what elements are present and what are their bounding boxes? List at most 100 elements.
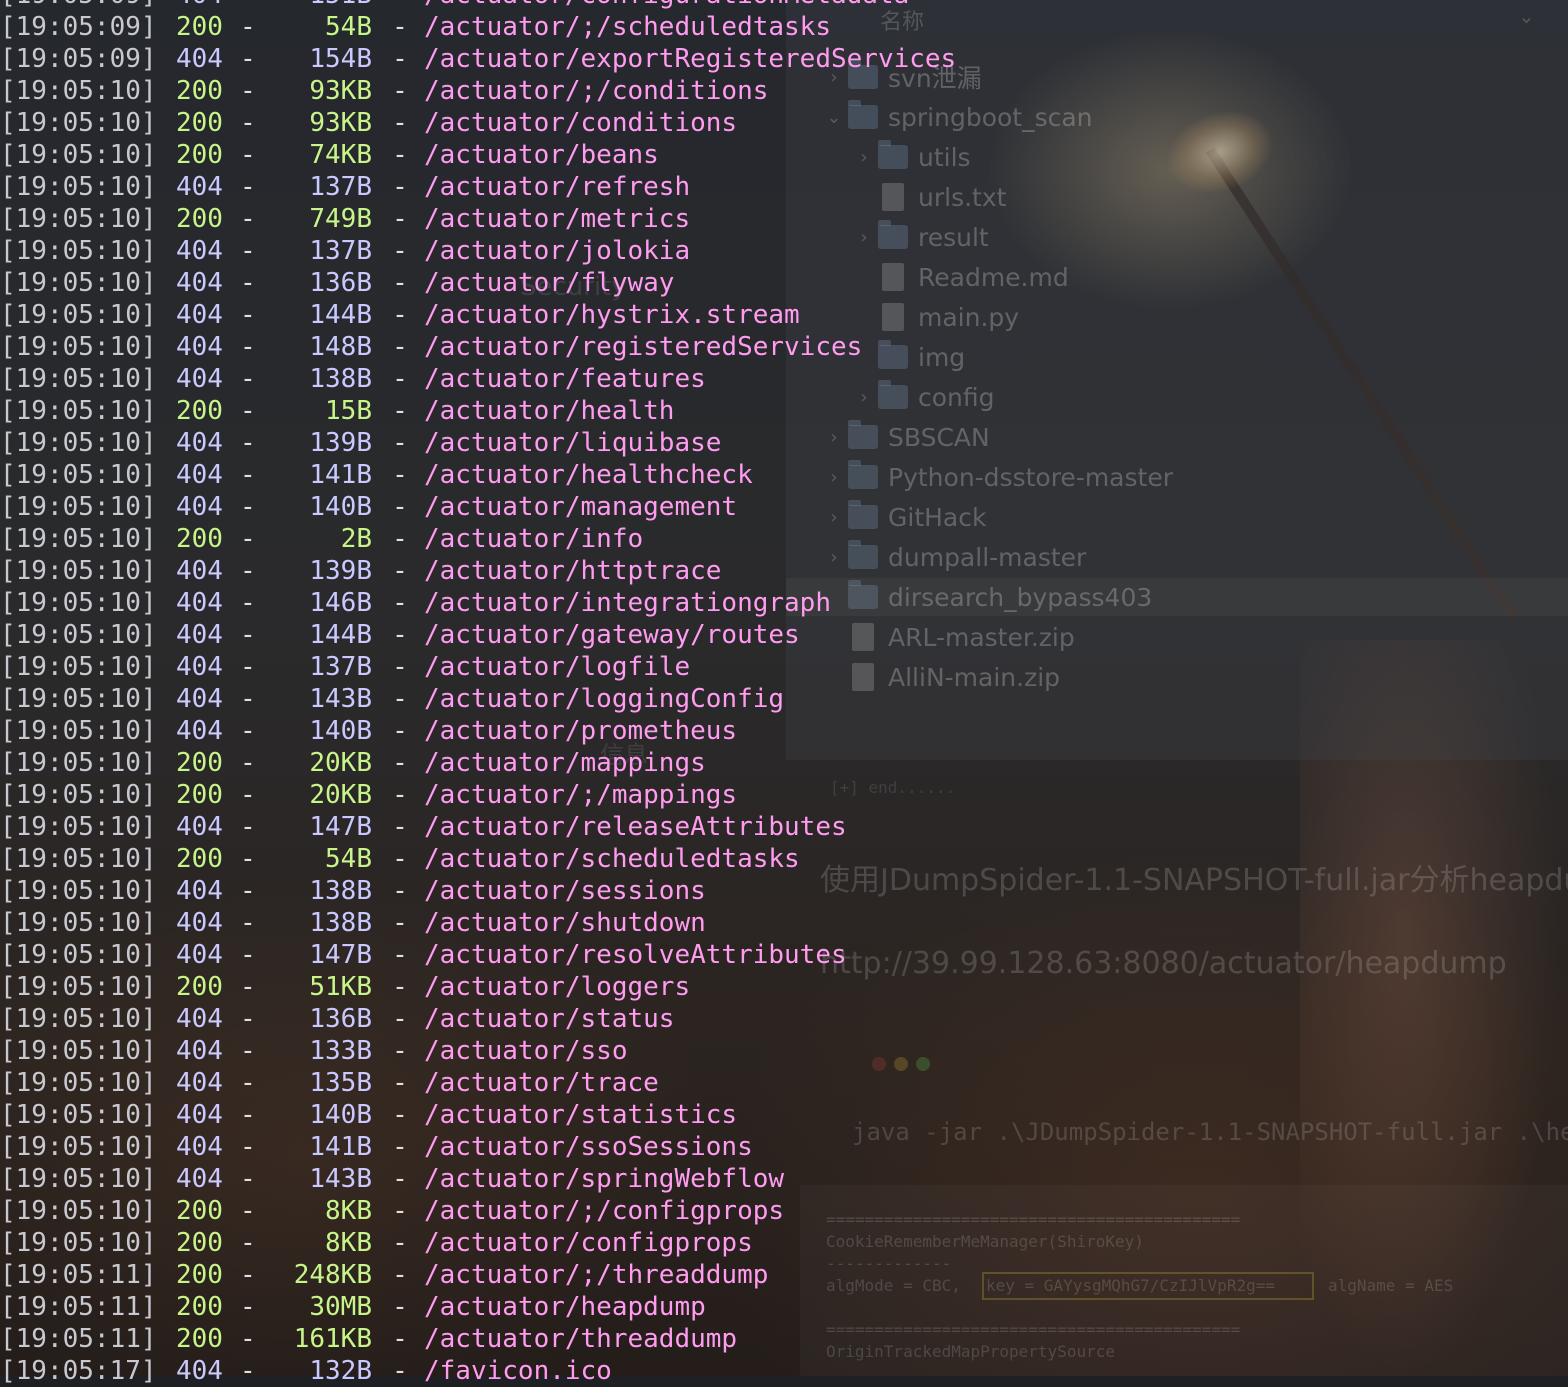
log-separator: - — [392, 1228, 408, 1258]
log-path: /actuator/scheduledtasks — [424, 844, 800, 874]
log-status: 404 — [176, 1356, 223, 1386]
log-separator: - — [240, 44, 256, 74]
log-status: 404 — [176, 1004, 223, 1034]
log-path: /actuator/integrationgraph — [424, 588, 831, 618]
log-line: [19:05:10] 404-135B -/actuator/trace — [0, 1067, 1568, 1099]
log-separator: - — [392, 1036, 408, 1066]
log-status: 404 — [176, 684, 223, 714]
log-separator: - — [392, 108, 408, 138]
log-status: 200 — [176, 1196, 223, 1226]
log-timestamp: [19:05:10] — [0, 300, 157, 330]
log-status: 404 — [176, 716, 223, 746]
log-timestamp: [19:05:10] — [0, 684, 157, 714]
log-size: 54B — [325, 844, 372, 874]
log-status: 404 — [176, 300, 223, 330]
log-path: /favicon.ico — [424, 1356, 612, 1386]
log-timestamp: [19:05:10] — [0, 204, 157, 234]
log-size: 136B — [309, 1004, 372, 1034]
log-status: 404 — [176, 1036, 223, 1066]
log-status: 404 — [176, 460, 223, 490]
log-timestamp: [19:05:11] — [0, 1260, 157, 1290]
log-line: [19:05:10] 404-144B -/actuator/hystrix.str… — [0, 299, 1568, 331]
log-line: [19:05:10] 404-148B -/actuator/registeredS… — [0, 331, 1568, 363]
log-status: 200 — [176, 204, 223, 234]
log-separator: - — [392, 556, 408, 586]
log-size: 93KB — [309, 108, 372, 138]
log-separator: - — [240, 812, 256, 842]
log-line: [19:05:10] 404-144B -/actuator/gateway/rou… — [0, 619, 1568, 651]
log-separator: - — [392, 1356, 408, 1386]
log-timestamp: [19:05:10] — [0, 1036, 157, 1066]
log-size: 154B — [309, 44, 372, 74]
log-timestamp: [19:05:10] — [0, 428, 157, 458]
log-separator: - — [240, 588, 256, 618]
log-line: [19:05:10] 404-147B -/actuator/resolveAttr… — [0, 939, 1568, 971]
log-status: 404 — [176, 1132, 223, 1162]
log-line: [19:05:09] 404-154B -/actuator/exportRegis… — [0, 43, 1568, 75]
log-separator: - — [392, 1292, 408, 1322]
log-separator: - — [240, 620, 256, 650]
log-line: [19:05:10] 404-143B -/actuator/loggingConf… — [0, 683, 1568, 715]
log-size: 141B — [309, 1132, 372, 1162]
log-line: [19:05:11] 200-161KB -/actuator/threaddump — [0, 1323, 1568, 1355]
log-path: /actuator/beans — [424, 140, 659, 170]
log-status: 404 — [176, 492, 223, 522]
log-separator: - — [392, 812, 408, 842]
log-separator: - — [240, 1324, 256, 1354]
log-timestamp: [19:05:10] — [0, 1132, 157, 1162]
log-separator: - — [240, 940, 256, 970]
log-line: [19:05:10] 404-137B -/actuator/jolokia — [0, 235, 1568, 267]
log-status: 200 — [176, 12, 223, 42]
log-size: 139B — [309, 428, 372, 458]
log-path: /actuator/conditions — [424, 108, 738, 138]
log-size: 93KB — [309, 76, 372, 106]
log-line: [19:05:10] 200-749B -/actuator/metrics — [0, 203, 1568, 235]
log-size: 148B — [309, 332, 372, 362]
log-separator: - — [392, 716, 408, 746]
log-separator: - — [392, 620, 408, 650]
log-timestamp: [19:05:10] — [0, 780, 157, 810]
log-line: [19:05:10] 200-93KB -/actuator/conditions — [0, 107, 1568, 139]
log-separator: - — [240, 76, 256, 106]
log-path: /actuator/exportRegisteredServices — [424, 44, 957, 74]
log-status: 200 — [176, 748, 223, 778]
terminal-output[interactable]: [19:05:09]404-151B-/actuator/configurati… — [0, 0, 1568, 1387]
log-separator: - — [240, 12, 256, 42]
log-path: /actuator/health — [424, 396, 675, 426]
log-timestamp: [19:05:10] — [0, 1228, 157, 1258]
log-separator: - — [240, 684, 256, 714]
log-separator: - — [240, 972, 256, 1002]
log-timestamp: [19:05:11] — [0, 1292, 157, 1322]
log-size: 143B — [309, 1164, 372, 1194]
log-size: 143B — [309, 684, 372, 714]
log-separator: - — [392, 172, 408, 202]
log-path: /actuator/sso — [424, 1036, 628, 1066]
log-separator: - — [240, 300, 256, 330]
log-separator: - — [240, 396, 256, 426]
log-path: /actuator/info — [424, 524, 644, 554]
log-timestamp: [19:05:10] — [0, 1068, 157, 1098]
log-status: 200 — [176, 140, 223, 170]
log-size: 132B — [309, 1356, 372, 1386]
log-separator: - — [240, 1100, 256, 1130]
log-status: 200 — [176, 396, 223, 426]
log-status: 404 — [176, 236, 223, 266]
log-separator: - — [392, 300, 408, 330]
log-timestamp: [19:05:10] — [0, 748, 157, 778]
log-path: /actuator/management — [424, 492, 738, 522]
log-line: [19:05:11] 200-248KB -/actuator/;/threaddu… — [0, 1259, 1568, 1291]
log-size: 161KB — [293, 1324, 372, 1354]
log-size: 74KB — [309, 140, 372, 170]
log-size: 30MB — [309, 1292, 372, 1322]
log-line: [19:05:10] 404-139B -/actuator/liquibase — [0, 427, 1568, 459]
log-separator: - — [392, 1068, 408, 1098]
log-separator: - — [240, 1036, 256, 1066]
log-path: /actuator/statistics — [424, 1100, 738, 1130]
log-path: /actuator/status — [424, 1004, 675, 1034]
log-separator: - — [392, 204, 408, 234]
log-timestamp: [19:05:10] — [0, 940, 157, 970]
log-size: 146B — [309, 588, 372, 618]
log-path: /actuator/configprops — [424, 1228, 753, 1258]
log-path: /actuator/;/configprops — [424, 1196, 785, 1226]
log-timestamp: [19:05:10] — [0, 588, 157, 618]
